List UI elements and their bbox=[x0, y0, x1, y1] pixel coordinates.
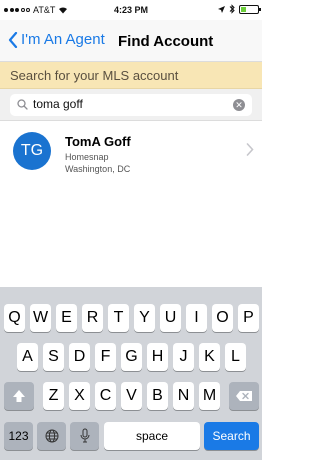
backspace-icon bbox=[236, 391, 252, 401]
search-input[interactable] bbox=[33, 97, 223, 111]
chevron-right-icon bbox=[246, 143, 254, 156]
result-name: TomA Goff bbox=[65, 134, 131, 149]
key-n[interactable]: N bbox=[173, 382, 194, 410]
list-item[interactable]: TG TomA Goff Homesnap Washington, DC bbox=[0, 121, 262, 181]
avatar: TG bbox=[13, 132, 51, 170]
key-i[interactable]: I bbox=[186, 304, 207, 332]
back-button-label: I'm An Agent bbox=[21, 31, 105, 48]
microphone-icon bbox=[80, 428, 89, 443]
search-icon bbox=[17, 99, 28, 110]
chevron-left-icon bbox=[8, 31, 18, 48]
key-d[interactable]: D bbox=[69, 343, 90, 371]
bluetooth-icon bbox=[229, 4, 235, 14]
key-x[interactable]: X bbox=[69, 382, 90, 410]
space-key[interactable]: space bbox=[104, 422, 200, 450]
keyboard: Q W E R T Y U I O P A S D F G H J K L Z … bbox=[0, 287, 262, 460]
numbers-key[interactable]: 123 bbox=[4, 422, 33, 450]
search-bar: ✕ bbox=[0, 89, 262, 121]
location-arrow-icon bbox=[218, 5, 225, 13]
key-y[interactable]: Y bbox=[134, 304, 155, 332]
dictation-key[interactable] bbox=[70, 422, 99, 450]
result-location: Washington, DC bbox=[65, 164, 131, 174]
search-key[interactable]: Search bbox=[204, 422, 259, 450]
key-h[interactable]: H bbox=[147, 343, 168, 371]
battery-icon bbox=[239, 4, 261, 14]
key-f[interactable]: F bbox=[95, 343, 116, 371]
key-v[interactable]: V bbox=[121, 382, 142, 410]
key-a[interactable]: A bbox=[17, 343, 38, 371]
key-o[interactable]: O bbox=[212, 304, 233, 332]
key-q[interactable]: Q bbox=[4, 304, 25, 332]
key-j[interactable]: J bbox=[173, 343, 194, 371]
banner-text: Search for your MLS account bbox=[10, 68, 179, 83]
key-p[interactable]: P bbox=[238, 304, 259, 332]
delete-key[interactable] bbox=[229, 382, 259, 410]
search-field[interactable]: ✕ bbox=[10, 94, 252, 116]
globe-key[interactable] bbox=[37, 422, 66, 450]
key-c[interactable]: C bbox=[95, 382, 116, 410]
key-s[interactable]: S bbox=[43, 343, 64, 371]
status-right bbox=[218, 4, 261, 14]
navigation-bar: I'm An Agent Find Account bbox=[0, 20, 262, 62]
key-g[interactable]: G bbox=[121, 343, 142, 371]
info-banner: Search for your MLS account bbox=[0, 62, 262, 89]
page-title: Find Account bbox=[118, 33, 214, 50]
key-m[interactable]: M bbox=[199, 382, 220, 410]
key-w[interactable]: W bbox=[30, 304, 51, 332]
key-z[interactable]: Z bbox=[43, 382, 64, 410]
clear-search-icon[interactable]: ✕ bbox=[233, 99, 245, 111]
globe-icon bbox=[45, 429, 58, 443]
result-company: Homesnap bbox=[65, 152, 109, 162]
shift-key[interactable] bbox=[4, 382, 34, 410]
key-l[interactable]: L bbox=[225, 343, 246, 371]
back-button[interactable]: I'm An Agent bbox=[8, 31, 105, 48]
key-b[interactable]: B bbox=[147, 382, 168, 410]
key-u[interactable]: U bbox=[160, 304, 181, 332]
key-e[interactable]: E bbox=[56, 304, 77, 332]
status-bar: AT&T 4:23 PM bbox=[0, 0, 262, 20]
key-k[interactable]: K bbox=[199, 343, 220, 371]
key-t[interactable]: T bbox=[108, 304, 129, 332]
shift-arrow-icon bbox=[13, 390, 25, 402]
key-r[interactable]: R bbox=[82, 304, 103, 332]
